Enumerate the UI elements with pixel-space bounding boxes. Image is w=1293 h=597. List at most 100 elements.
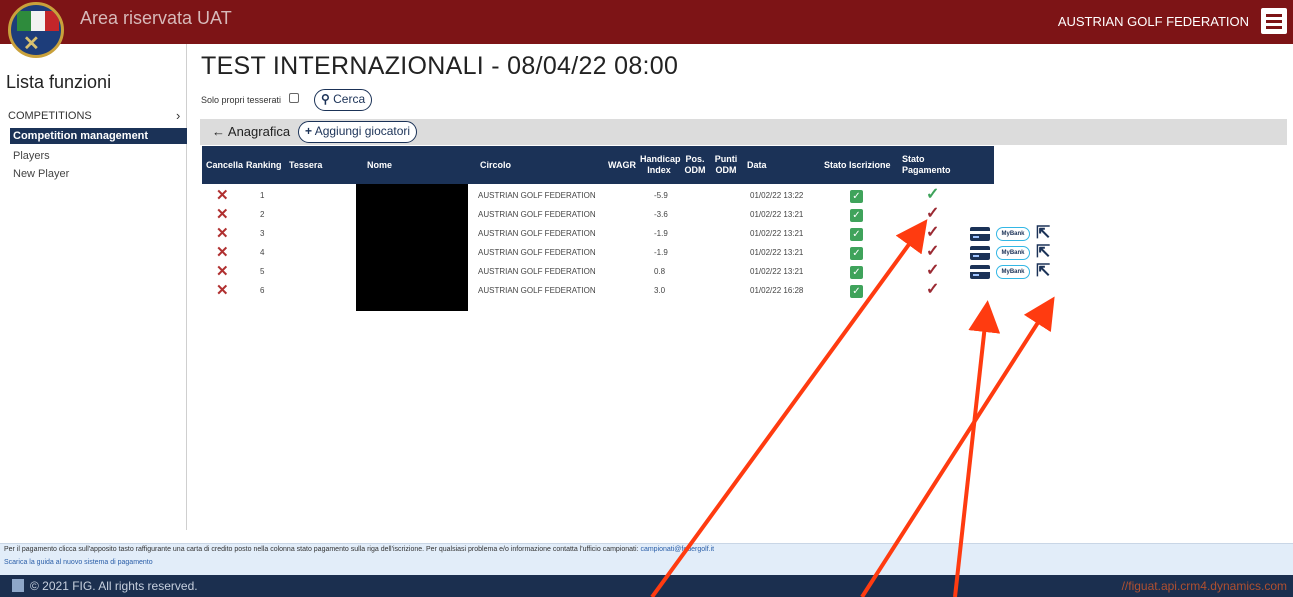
add-players-button[interactable]: + Aggiungi giocatori	[298, 121, 418, 143]
credit-card-icon[interactable]	[970, 265, 990, 279]
check-icon: ✓	[926, 262, 940, 279]
back-arrow-icon: ←	[212, 124, 225, 139]
table-row: ✕ 4 AUSTRIAN GOLF FEDERATION -1.9 01/02/…	[202, 243, 1052, 263]
delete-x-icon[interactable]: ✕	[216, 283, 229, 299]
cell-ranking: 6	[260, 286, 265, 295]
col-ranking: Ranking	[246, 160, 282, 170]
check-icon: ✓	[926, 281, 940, 298]
search-button-label: Cerca	[333, 92, 366, 106]
table-row: ✕ 3 AUSTRIAN GOLF FEDERATION -1.9 01/02/…	[202, 224, 1052, 244]
share-icon[interactable]: ⇱	[1036, 243, 1050, 261]
registration-status-icon: ✓	[850, 285, 863, 298]
footer-url: //figuat.api.crm4.dynamics.com	[1121, 579, 1287, 593]
sidebar: Lista funzioni COMPETITIONS › Competitio…	[0, 44, 187, 530]
sidebar-item-competition-management[interactable]: Competition management	[10, 128, 187, 144]
mybank-icon[interactable]: MyBank	[996, 246, 1030, 260]
cell-handicap: 3.0	[654, 286, 666, 295]
cell-data: 01/02/22 13:22	[750, 191, 804, 200]
cell-circolo: AUSTRIAN GOLF FEDERATION	[478, 229, 596, 238]
table-header: Cancella Ranking Tessera Nome Circolo WA…	[202, 146, 994, 184]
cell-ranking: 1	[260, 191, 265, 200]
footer-logo-icon	[12, 579, 24, 592]
check-icon: ✓	[926, 243, 940, 260]
redacted-names-block	[356, 184, 468, 311]
check-icon: ✓	[926, 205, 940, 222]
sidebar-item-players[interactable]: Players	[10, 148, 187, 164]
col-stato-iscrizione: Stato Iscrizione	[824, 160, 891, 170]
cell-ranking: 2	[260, 210, 265, 219]
payment-info-line: Per il pagamento clicca sull'apposito ta…	[4, 546, 639, 553]
col-cancella: Cancella	[206, 160, 244, 170]
registration-status-icon: ✓	[850, 247, 863, 260]
search-icon: ⚲	[321, 92, 330, 106]
cell-circolo: AUSTRIAN GOLF FEDERATION	[478, 191, 596, 200]
delete-x-icon[interactable]: ✕	[216, 226, 229, 242]
payment-info-text: Per il pagamento clicca sull'apposito ta…	[4, 546, 714, 553]
col-tessera: Tessera	[289, 160, 323, 170]
col-stato-pagamento: Stato Pagamento	[902, 154, 951, 175]
share-icon[interactable]: ⇱	[1036, 224, 1050, 242]
cell-handicap: -1.9	[654, 248, 668, 257]
back-button-label: Anagrafica	[227, 124, 291, 139]
cell-data: 01/02/22 13:21	[750, 229, 804, 238]
mybank-icon[interactable]: MyBank	[996, 265, 1030, 279]
sidebar-title: Lista funzioni	[6, 72, 112, 92]
cell-ranking: 5	[260, 267, 265, 276]
org-name: AUSTRIAN GOLF FEDERATION	[1057, 14, 1249, 29]
own-members-checkbox[interactable]	[289, 93, 299, 103]
credit-card-icon[interactable]	[970, 227, 990, 241]
cell-data: 01/02/22 13:21	[750, 210, 804, 219]
share-icon[interactable]: ⇱	[1036, 262, 1050, 280]
back-button[interactable]: ← Anagrafica	[212, 124, 290, 139]
table-row: ✕ 1 AUSTRIAN GOLF FEDERATION -5.9 01/02/…	[202, 186, 1052, 206]
logo-emblem[interactable]: ✕	[8, 2, 64, 58]
footer-copyright: © 2021 FIG. All rights reserved.	[30, 579, 198, 593]
cell-circolo: AUSTRIAN GOLF FEDERATION	[478, 210, 596, 219]
chevron-right-icon[interactable]: ›	[176, 108, 180, 123]
cell-data: 01/02/22 16:28	[750, 286, 804, 295]
cell-circolo: AUSTRIAN GOLF FEDERATION	[478, 267, 596, 276]
col-nome: Nome	[367, 160, 393, 170]
delete-x-icon[interactable]: ✕	[216, 188, 229, 204]
table-row: ✕ 2 AUSTRIAN GOLF FEDERATION -3.6 01/02/…	[202, 205, 1052, 225]
registration-status-icon: ✓	[850, 228, 863, 241]
col-handicap: Handicap Index	[640, 154, 681, 175]
col-circolo: Circolo	[480, 160, 512, 170]
cell-data: 01/02/22 13:21	[750, 267, 804, 276]
mybank-icon[interactable]: MyBank	[996, 227, 1030, 241]
registration-status-icon: ✓	[850, 209, 863, 222]
cell-handicap: 0.8	[654, 267, 666, 276]
cell-handicap: -5.9	[654, 191, 668, 200]
payment-guide-link[interactable]: Scarica la guida al nuovo sistema di pag…	[4, 559, 153, 566]
add-players-label: Aggiungi giocatori	[314, 124, 411, 138]
cell-data: 01/02/22 13:21	[750, 248, 804, 257]
plus-icon: +	[305, 124, 313, 138]
cell-circolo: AUSTRIAN GOLF FEDERATION	[478, 286, 596, 295]
filter-label: Solo propri tesserati	[201, 95, 282, 105]
cell-ranking: 3	[260, 229, 265, 238]
check-icon: ✓	[926, 186, 940, 203]
sidebar-item-new-player[interactable]: New Player	[10, 166, 187, 182]
col-wagr: WAGR	[608, 160, 636, 170]
table-row: ✕ 6 AUSTRIAN GOLF FEDERATION 3.0 01/02/2…	[202, 281, 1052, 301]
registration-status-icon: ✓	[850, 190, 863, 203]
col-punti-odm: Punti ODM	[714, 154, 738, 175]
contact-email-link[interactable]: campionati@federgolf.it	[640, 546, 714, 553]
delete-x-icon[interactable]: ✕	[216, 207, 229, 223]
cell-handicap: -3.6	[654, 210, 668, 219]
search-button[interactable]: ⚲ Cerca	[314, 89, 373, 111]
col-pos-odm: Pos. ODM	[684, 154, 706, 175]
cell-handicap: -1.9	[654, 229, 668, 238]
credit-card-icon[interactable]	[970, 246, 990, 260]
sidebar-section-competitions[interactable]: COMPETITIONS	[8, 110, 92, 122]
col-data: Data	[747, 160, 767, 170]
app-title: Area riservata UAT	[80, 8, 232, 28]
delete-x-icon[interactable]: ✕	[216, 245, 229, 261]
hamburger-icon[interactable]	[1261, 8, 1287, 34]
registration-status-icon: ✓	[850, 266, 863, 279]
table-row: ✕ 5 AUSTRIAN GOLF FEDERATION 0.8 01/02/2…	[202, 262, 1052, 282]
delete-x-icon[interactable]: ✕	[216, 264, 229, 280]
cell-ranking: 4	[260, 248, 265, 257]
cell-circolo: AUSTRIAN GOLF FEDERATION	[478, 248, 596, 257]
check-icon: ✓	[926, 224, 940, 241]
